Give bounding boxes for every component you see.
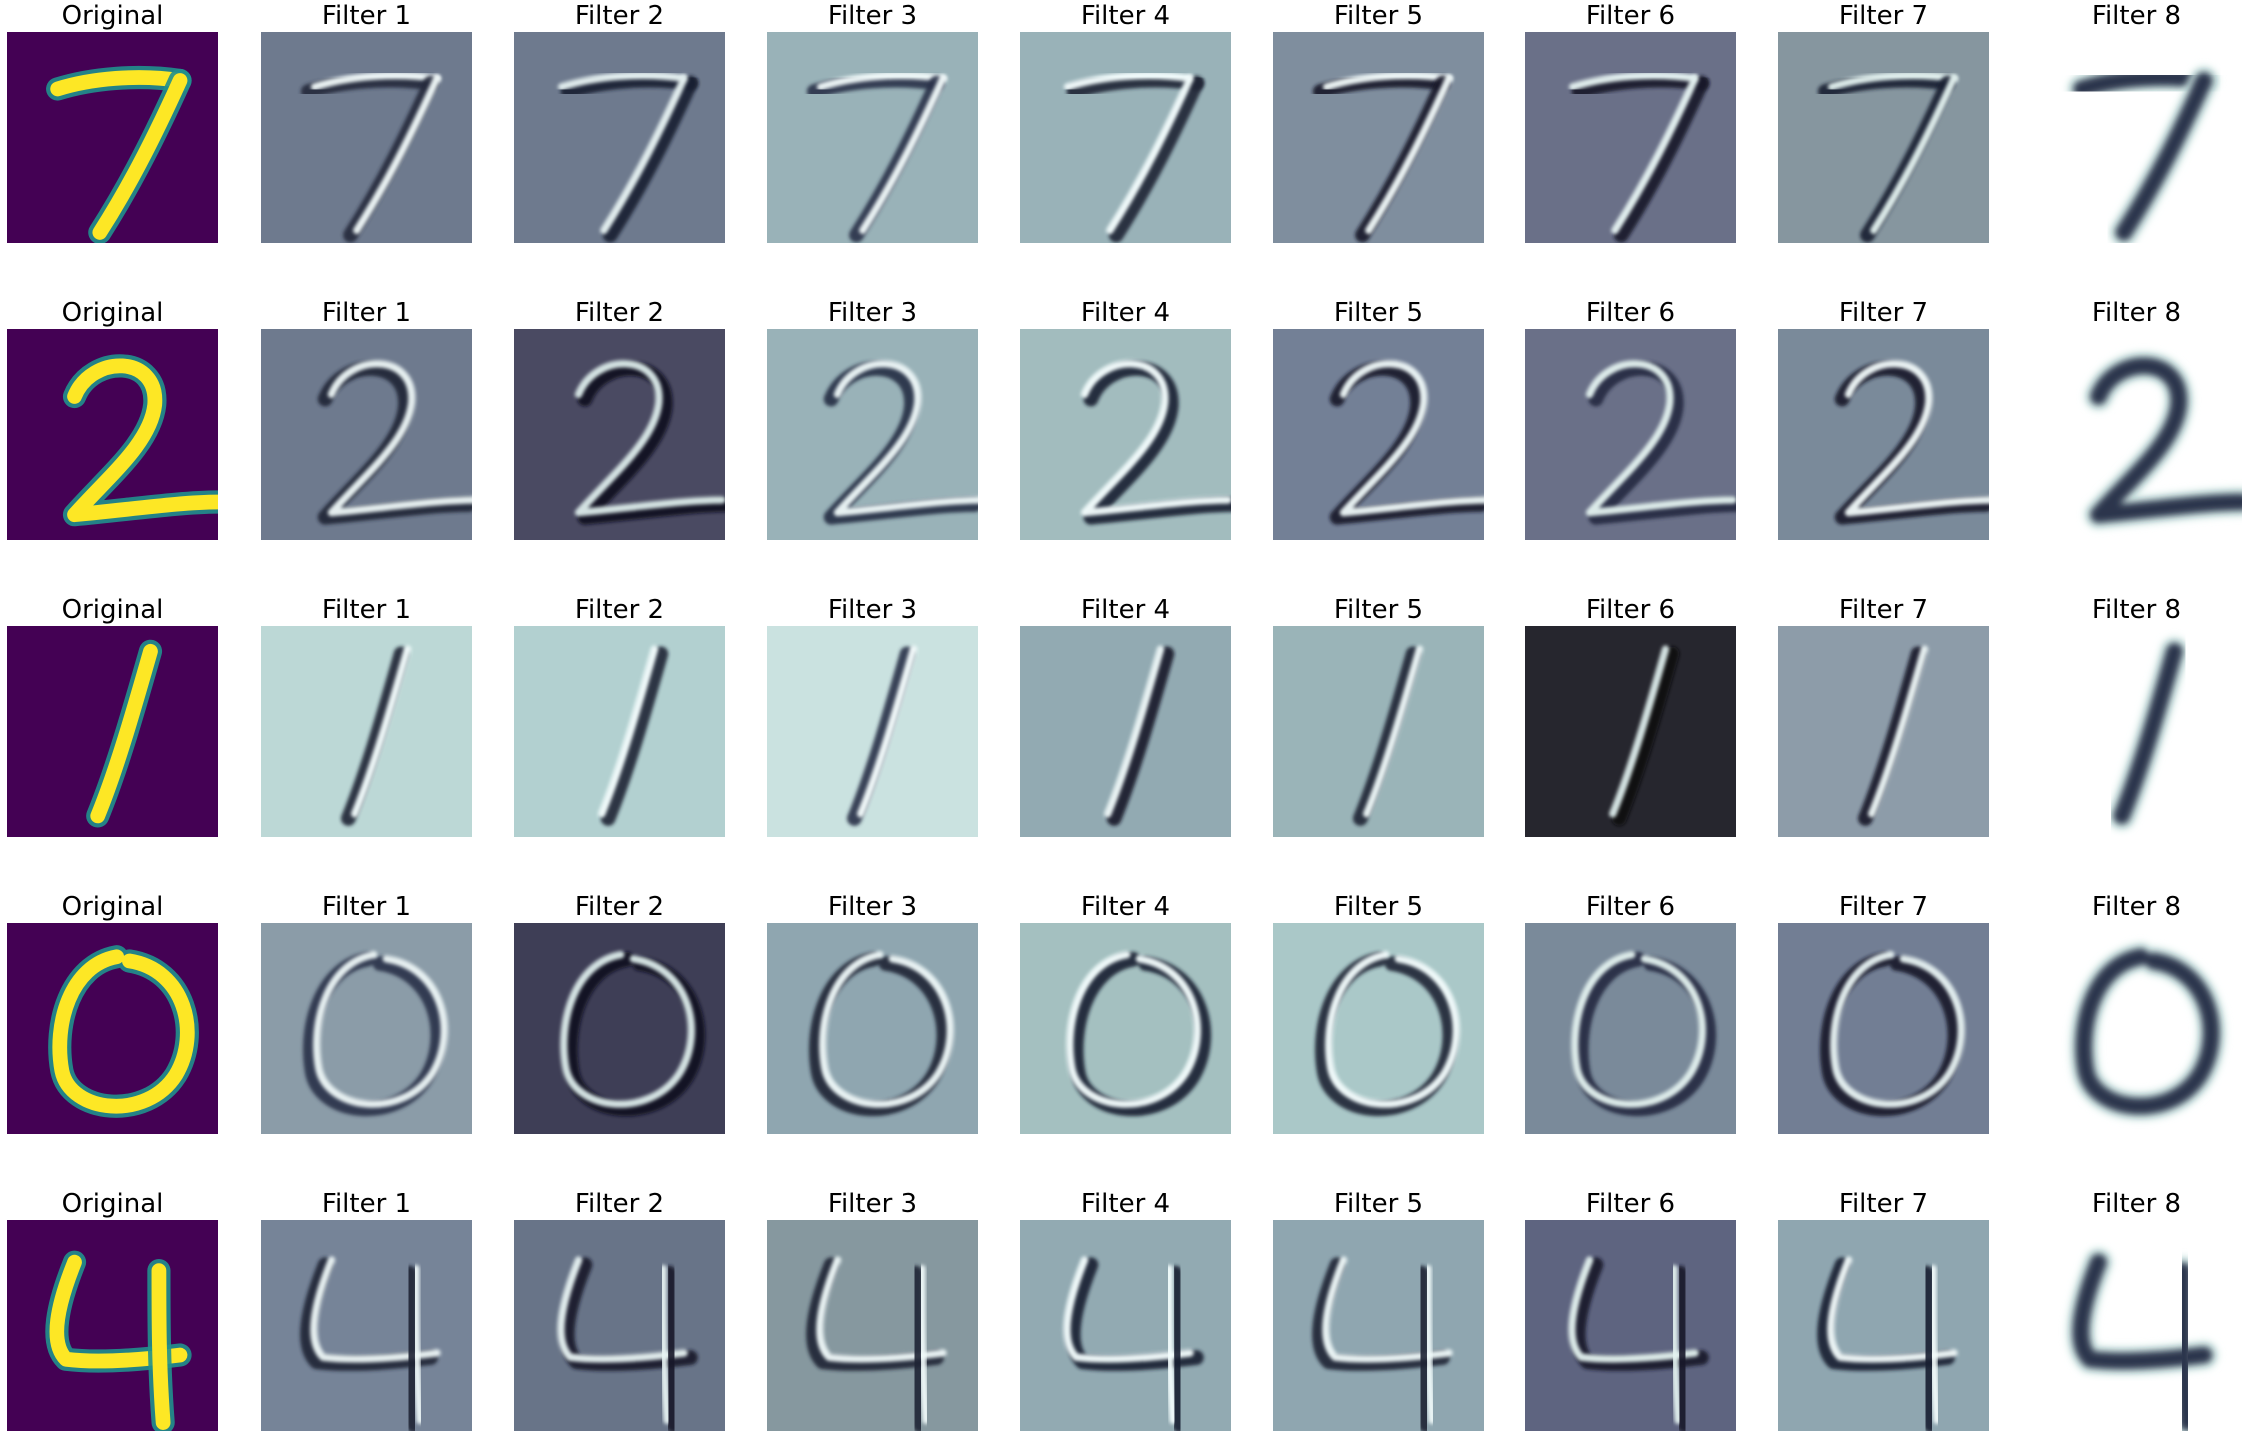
filter-activation-image — [767, 626, 978, 837]
filter-visualization-grid: Original Filter 1 Filter 2 Filter 3 Filter 4… — [0, 0, 2246, 1436]
filter-activation-image — [1020, 32, 1231, 243]
filter-activation-image — [1778, 329, 1989, 540]
filter-activation-image — [1778, 923, 1989, 1134]
panel-title: Filter 4 — [1080, 892, 1171, 922]
panel-title: Filter 5 — [1333, 1189, 1424, 1219]
panel-title: Filter 5 — [1333, 1, 1424, 31]
panel-title: Filter 2 — [574, 595, 665, 625]
filter-activation-image — [1273, 923, 1484, 1134]
filter-activation-image — [514, 626, 725, 837]
filter-activation-image — [2031, 626, 2242, 837]
panel-title: Original — [61, 595, 164, 625]
panel-title: Filter 5 — [1333, 892, 1424, 922]
panel-title: Original — [61, 892, 164, 922]
panel-title: Filter 4 — [1080, 595, 1171, 625]
filter-activation-image — [1525, 1220, 1736, 1431]
panel-title: Filter 1 — [321, 595, 412, 625]
filter-activation-image — [1020, 329, 1231, 540]
original-digit-image — [7, 329, 218, 540]
filter-activation-image — [1525, 329, 1736, 540]
filter-activation-image — [2031, 329, 2242, 540]
filter-activation-image — [767, 923, 978, 1134]
filter-activation-image — [261, 329, 472, 540]
filter-activation-image — [261, 626, 472, 837]
panel-title: Filter 5 — [1333, 595, 1424, 625]
filter-activation-image — [1273, 32, 1484, 243]
filter-activation-image — [261, 32, 472, 243]
filter-activation-image — [514, 923, 725, 1134]
panel-title: Filter 5 — [1333, 298, 1424, 328]
panel-title: Filter 1 — [321, 892, 412, 922]
panel-title: Filter 6 — [1585, 595, 1676, 625]
filter-activation-image — [261, 923, 472, 1134]
filter-activation-image — [1525, 923, 1736, 1134]
filter-activation-image — [514, 329, 725, 540]
filter-activation-image — [1020, 626, 1231, 837]
panel-title: Filter 4 — [1080, 1, 1171, 31]
filter-activation-image — [1273, 1220, 1484, 1431]
panel-title: Filter 3 — [827, 595, 918, 625]
filter-activation-image — [1020, 1220, 1231, 1431]
filter-activation-image — [767, 1220, 978, 1431]
filter-activation-image — [2031, 1220, 2242, 1431]
panel-title: Original — [61, 298, 164, 328]
panel-title: Filter 7 — [1838, 1, 1929, 31]
filter-activation-image — [1525, 32, 1736, 243]
panel-title: Filter 6 — [1585, 1189, 1676, 1219]
panel-title: Filter 8 — [2091, 1189, 2182, 1219]
original-digit-image — [7, 626, 218, 837]
panel-title: Filter 8 — [2091, 1, 2182, 31]
filter-activation-image — [1273, 626, 1484, 837]
filter-activation-image — [261, 1220, 472, 1431]
filter-activation-image — [2031, 923, 2242, 1134]
panel-title: Filter 3 — [827, 298, 918, 328]
filter-activation-image — [1020, 923, 1231, 1134]
filter-activation-image — [1778, 1220, 1989, 1431]
panel-title: Filter 2 — [574, 1189, 665, 1219]
panel-title: Filter 4 — [1080, 1189, 1171, 1219]
panel-title: Filter 7 — [1838, 1189, 1929, 1219]
original-digit-image — [7, 923, 218, 1134]
panel-title: Original — [61, 1189, 164, 1219]
filter-activation-image — [514, 32, 725, 243]
panel-title: Original — [61, 1, 164, 31]
panel-title: Filter 7 — [1838, 298, 1929, 328]
panel-title: Filter 7 — [1838, 595, 1929, 625]
panel-title: Filter 1 — [321, 1189, 412, 1219]
panel-title: Filter 4 — [1080, 298, 1171, 328]
original-digit-image — [7, 32, 218, 243]
filter-activation-image — [767, 32, 978, 243]
panel-title: Filter 6 — [1585, 1, 1676, 31]
panel-title: Filter 8 — [2091, 298, 2182, 328]
panel-title: Filter 8 — [2091, 595, 2182, 625]
panel-title: Filter 2 — [574, 892, 665, 922]
filter-activation-image — [1778, 32, 1989, 243]
panel-title: Filter 1 — [321, 1, 412, 31]
panel-title: Filter 3 — [827, 1189, 918, 1219]
panel-title: Filter 2 — [574, 1, 665, 31]
filter-activation-image — [1273, 329, 1484, 540]
panel-title: Filter 6 — [1585, 298, 1676, 328]
panel-title: Filter 3 — [827, 1, 918, 31]
panel-title: Filter 2 — [574, 298, 665, 328]
filter-activation-image — [767, 329, 978, 540]
panel-title: Filter 3 — [827, 892, 918, 922]
filter-activation-image — [1525, 626, 1736, 837]
panel-title: Filter 6 — [1585, 892, 1676, 922]
filter-activation-image — [514, 1220, 725, 1431]
panel-title: Filter 8 — [2091, 892, 2182, 922]
original-digit-image — [7, 1220, 218, 1431]
panel-title: Filter 7 — [1838, 892, 1929, 922]
panel-title: Filter 1 — [321, 298, 412, 328]
filter-activation-image — [1778, 626, 1989, 837]
filter-activation-image — [2031, 32, 2242, 243]
